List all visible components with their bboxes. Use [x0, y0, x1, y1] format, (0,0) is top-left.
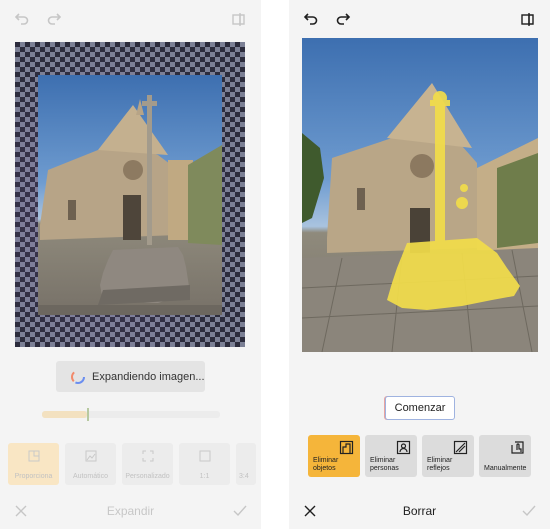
undo-icon[interactable]: [303, 11, 319, 27]
reflection-icon: [453, 440, 468, 455]
tool-eliminar-objetos[interactable]: Eliminar objetos: [308, 435, 360, 477]
top-toolbar: [289, 0, 550, 40]
edit-photo[interactable]: [302, 38, 538, 352]
compare-icon[interactable]: [520, 11, 536, 27]
hand-brush-icon: [510, 440, 525, 455]
expand-slider[interactable]: [42, 408, 220, 421]
option-label: 3:4: [239, 473, 249, 480]
progress-label: Expandiendo imagen...: [92, 370, 205, 383]
redo-icon[interactable]: [46, 11, 62, 27]
source-photo: [38, 75, 222, 315]
tool-eliminar-reflejos[interactable]: Eliminar reflejos: [422, 435, 474, 477]
crop-corners-icon: [142, 449, 154, 462]
object-remove-icon: [339, 440, 354, 455]
tool-label: Eliminar objetos: [313, 457, 339, 472]
slider-fill: [42, 411, 87, 418]
option-proporciona[interactable]: Proporciona: [8, 443, 59, 485]
expansion-canvas: [15, 42, 245, 347]
aspect-icon: [28, 449, 40, 462]
option-label: 1:1: [199, 473, 210, 480]
expand-panel: Expandiendo imagen... Proporciona Automá…: [0, 0, 261, 529]
square-icon: [199, 449, 211, 462]
person-remove-icon: [396, 440, 411, 455]
erase-panel: Comenzar Eliminar objetos Eliminar perso…: [289, 0, 550, 529]
compare-icon[interactable]: [231, 11, 247, 27]
option-label: Personalizado: [125, 473, 170, 480]
option-1-1[interactable]: 1:1: [179, 443, 230, 485]
option-automatico[interactable]: Automático: [65, 443, 116, 485]
confirm-icon[interactable]: [233, 504, 247, 518]
tool-eliminar-personas[interactable]: Eliminar personas: [365, 435, 417, 477]
option-label: Automático: [72, 473, 109, 480]
bottom-title: Expandir: [106, 504, 155, 518]
option-label: Proporciona: [14, 473, 53, 480]
tool-label: Eliminar reflejos: [427, 457, 453, 472]
ai-spinner-icon: [71, 369, 85, 384]
erase-tools: Eliminar objetos Eliminar personas Elimi…: [308, 435, 531, 477]
start-button[interactable]: Comenzar: [385, 396, 455, 420]
progress-pill: Expandiendo imagen...: [56, 361, 205, 392]
undo-icon[interactable]: [14, 11, 30, 27]
option-3-4[interactable]: 3:4: [236, 443, 256, 485]
redo-icon[interactable]: [335, 11, 351, 27]
bottom-bar: Borrar: [289, 497, 550, 525]
bottom-title: Borrar: [402, 504, 437, 518]
option-personalizado[interactable]: Personalizado: [122, 443, 173, 485]
confirm-icon[interactable]: [522, 504, 536, 518]
bottom-bar: Expandir: [0, 497, 261, 525]
top-toolbar: [0, 0, 261, 40]
image-icon: [85, 449, 97, 462]
tool-label: Manualmente: [484, 465, 527, 472]
tool-label: Eliminar personas: [370, 457, 399, 472]
expand-options: Proporciona Automático Personalizado 1:1…: [8, 443, 256, 485]
tool-manualmente[interactable]: Manualmente: [479, 435, 531, 477]
slider-thumb[interactable]: [86, 408, 89, 421]
